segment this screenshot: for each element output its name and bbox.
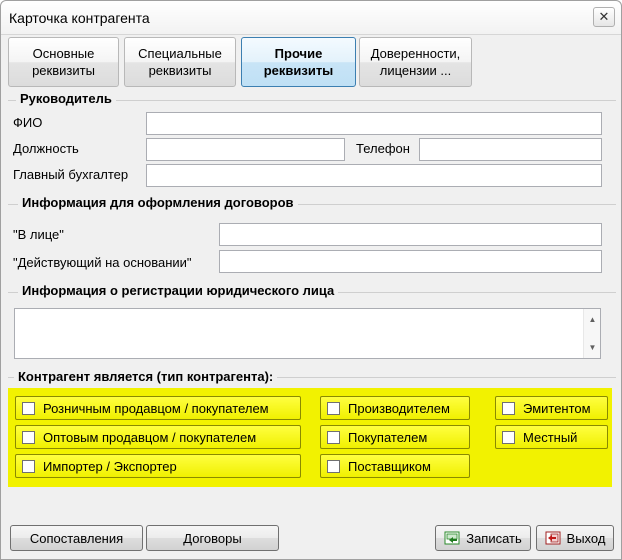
tab-label: Доверенности, лицензии ... — [370, 46, 461, 78]
checkbox-box[interactable] — [22, 401, 35, 415]
checkbox-buyer[interactable]: Покупателем — [320, 425, 470, 449]
fio-input[interactable] — [146, 112, 602, 135]
section-title-director: Руководитель — [16, 91, 116, 106]
matches-button[interactable]: Сопоставления — [10, 525, 143, 551]
contracts-button[interactable]: Договоры — [146, 525, 279, 551]
phone-input[interactable] — [419, 138, 602, 161]
checkbox-label: Покупателем — [348, 429, 428, 445]
close-button[interactable]: ✕ — [593, 7, 615, 27]
title-bar: Карточка контрагента ✕ — [1, 1, 621, 35]
in-person-input[interactable] — [219, 223, 602, 246]
tab-label: Специальные реквизиты — [138, 46, 222, 78]
window-title: Карточка контрагента — [9, 10, 150, 26]
checkbox-importer-exporter[interactable]: Импортер / Экспортер — [15, 454, 301, 478]
tab-powers-licenses[interactable]: Доверенности, лицензии ... — [359, 37, 472, 87]
checkbox-retail[interactable]: Розничным продавцом / покупателем — [15, 396, 301, 420]
checkbox-issuer[interactable]: Эмитентом — [495, 396, 608, 420]
checkbox-label: Местный — [523, 429, 578, 445]
chief-accountant-input[interactable] — [146, 164, 602, 187]
checkbox-box[interactable] — [22, 459, 35, 473]
save-button-label: Записать — [466, 530, 522, 546]
fio-label: ФИО — [13, 115, 43, 130]
checkbox-label: Производителем — [348, 400, 450, 416]
contracts-button-label: Договоры — [183, 530, 242, 546]
tab-other-requisites[interactable]: Прочие реквизиты — [241, 37, 356, 87]
checkbox-box[interactable] — [502, 430, 515, 444]
checkbox-box[interactable] — [22, 430, 35, 444]
tab-label: Основные реквизиты — [32, 46, 95, 78]
registration-scrollbar[interactable]: ▲ ▼ — [583, 309, 600, 358]
position-input[interactable] — [146, 138, 345, 161]
position-label: Должность — [13, 141, 79, 156]
checkbox-box[interactable] — [502, 401, 515, 415]
checkbox-label: Импортер / Экспортер — [43, 458, 177, 474]
registration-memo: ▲ ▼ — [14, 308, 601, 359]
scroll-up-icon[interactable]: ▲ — [584, 313, 601, 327]
section-title-registration: Информация о регистрации юридического ли… — [18, 283, 339, 298]
acting-basis-input[interactable] — [219, 250, 602, 273]
scroll-down-icon[interactable]: ▼ — [584, 341, 601, 355]
close-icon: ✕ — [598, 9, 610, 24]
matches-button-label: Сопоставления — [29, 530, 124, 546]
section-title-contracts: Информация для оформления договоров — [18, 195, 298, 210]
counterparty-window: Карточка контрагента ✕ Основные реквизит… — [0, 0, 622, 560]
exit-button[interactable]: Выход — [536, 525, 614, 551]
section-title-contractor-type: Контрагент является (тип контрагента): — [14, 369, 278, 384]
acting-basis-label: "Действующий на основании" — [13, 255, 192, 270]
checkbox-box[interactable] — [327, 401, 340, 415]
save-icon — [444, 531, 460, 545]
checkbox-box[interactable] — [327, 430, 340, 444]
tab-label: Прочие реквизиты — [263, 46, 334, 78]
phone-label: Телефон — [356, 141, 410, 156]
checkbox-label: Эмитентом — [523, 400, 591, 416]
exit-icon — [545, 531, 561, 545]
checkbox-label: Розничным продавцом / покупателем — [43, 400, 269, 416]
chief-accountant-label: Главный бухгалтер — [13, 167, 129, 182]
tab-special-requisites[interactable]: Специальные реквизиты — [124, 37, 236, 87]
checkbox-supplier[interactable]: Поставщиком — [320, 454, 470, 478]
registration-textarea[interactable] — [15, 309, 583, 358]
checkbox-label: Оптовым продавцом / покупателем — [43, 429, 257, 445]
tab-main-requisites[interactable]: Основные реквизиты — [8, 37, 119, 87]
checkbox-label: Поставщиком — [348, 458, 431, 474]
checkbox-wholesale[interactable]: Оптовым продавцом / покупателем — [15, 425, 301, 449]
checkbox-local[interactable]: Местный — [495, 425, 608, 449]
save-button[interactable]: Записать — [435, 525, 531, 551]
exit-button-label: Выход — [566, 530, 606, 546]
checkbox-box[interactable] — [327, 459, 340, 473]
checkbox-manufacturer[interactable]: Производителем — [320, 396, 470, 420]
in-person-label: "В лице" — [13, 227, 64, 242]
